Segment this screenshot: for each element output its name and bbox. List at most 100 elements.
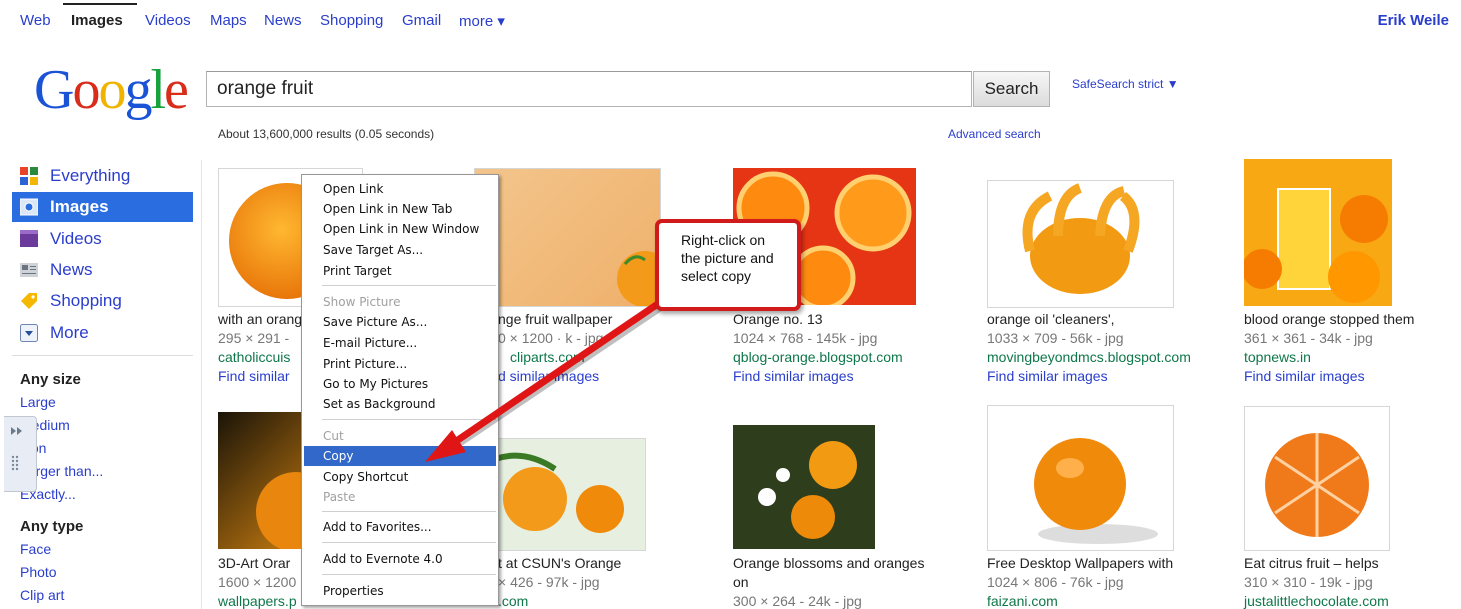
sidebar-item-images[interactable]: Images (12, 192, 193, 222)
find-similar-link[interactable]: Find similar (218, 368, 290, 384)
search-button[interactable]: Search (973, 71, 1050, 107)
filter-clip-art[interactable]: Clip art (20, 587, 64, 603)
peeled-orange-photo (1022, 183, 1140, 294)
menu-print-picture[interactable]: Print Picture... (304, 354, 496, 374)
nav-shopping[interactable]: Shopping (320, 12, 383, 29)
result-host: qblog-orange.blogspot.com (733, 349, 903, 365)
advanced-search-link[interactable]: Advanced search (948, 127, 1041, 141)
sidebar-item-news[interactable]: News (12, 255, 193, 285)
menu-add-to-favorites[interactable]: Add to Favorites... (304, 517, 496, 537)
result-host: wallpapers.p (218, 593, 297, 609)
result-host: justalittlechocolate.com (1244, 593, 1389, 609)
menu-separator (322, 511, 496, 512)
menu-email-picture[interactable]: E-mail Picture... (304, 333, 496, 353)
menu-add-to-evernote[interactable]: Add to Evernote 4.0 (304, 549, 496, 569)
shopping-tag-icon (21, 293, 37, 309)
menu-print-target[interactable]: Print Target (304, 261, 496, 281)
logo-letter: G (34, 59, 74, 121)
tangerine-photo (1265, 433, 1369, 537)
result-image[interactable] (1242, 159, 1392, 306)
google-logo[interactable]: Google (34, 59, 189, 121)
sidebar-divider (12, 355, 193, 356)
result-title: nge fruit wallpaper (498, 311, 613, 327)
result-title: Orange blossoms and oranges (733, 555, 925, 571)
result-meta: 310 × 310 - 19k - jpg (1244, 574, 1373, 590)
menu-separator (322, 419, 496, 420)
menu-save-target-as[interactable]: Save Target As... (304, 240, 496, 260)
column-separator (201, 160, 202, 609)
nav-maps[interactable]: Maps (210, 12, 247, 29)
menu-save-picture-as[interactable]: Save Picture As... (304, 312, 496, 332)
nav-news[interactable]: News (264, 12, 302, 29)
sidebar-item-label: Shopping (50, 291, 122, 310)
result-title: t at CSUN's Orange (498, 555, 622, 571)
menu-go-to-my-pictures[interactable]: Go to My Pictures (304, 374, 496, 394)
result-meta: × 426 - 97k - jpg (498, 574, 600, 590)
result-image[interactable] (987, 180, 1174, 308)
filter-photo[interactable]: Photo (20, 564, 57, 580)
callout-text: Right-click on the picture and select co… (681, 232, 774, 284)
sidebar-item-label: Images (50, 197, 109, 216)
sidebar-item-label: News (50, 260, 93, 279)
nav-web[interactable]: Web (20, 12, 51, 29)
result-image[interactable] (218, 412, 336, 552)
menu-set-as-background[interactable]: Set as Background (304, 394, 496, 414)
user-name[interactable]: Erik Weile (1378, 12, 1449, 29)
result-title: Orange no. 13 (733, 311, 823, 327)
find-similar-link[interactable]: Find similar images (987, 368, 1108, 384)
result-image[interactable] (987, 405, 1174, 551)
menu-show-picture: Show Picture (323, 295, 401, 309)
result-image[interactable] (474, 168, 673, 307)
result-host: faizani.com (987, 593, 1058, 609)
type-filter-heading: Any type (20, 518, 84, 535)
result-image[interactable] (1244, 406, 1390, 551)
orange-blossoms-photo (758, 441, 857, 539)
result-meta: 1033 × 709 - 56k - jpg (987, 330, 1124, 346)
find-similar-link[interactable]: d similar images (498, 368, 599, 384)
menu-copy-shortcut[interactable]: Copy Shortcut (304, 467, 496, 487)
nav-gmail[interactable]: Gmail (402, 12, 441, 29)
sidebar-item-shopping[interactable]: Shopping (12, 286, 193, 316)
menu-open-link-new-window[interactable]: Open Link in New Window (304, 219, 496, 239)
result-host: cliparts.com (510, 349, 585, 365)
result-meta: 361 × 361 - 34k - jpg (1244, 330, 1373, 346)
menu-properties[interactable]: Properties (304, 581, 496, 601)
result-meta: 1024 × 806 - 76k - jpg (987, 574, 1124, 590)
menu-cut: Cut (323, 429, 344, 443)
nav-more[interactable]: more ▾ (459, 12, 505, 30)
sidebar-item-label: More (50, 323, 89, 342)
menu-separator (322, 285, 496, 286)
filter-large[interactable]: Large (20, 394, 56, 410)
sidebar-expand-handle[interactable] (4, 416, 37, 492)
expand-arrows-icon (11, 427, 22, 471)
orange-wallpaper-photo (617, 251, 673, 307)
result-title-continued: on (733, 574, 749, 590)
filter-face[interactable]: Face (20, 541, 51, 557)
result-image[interactable] (733, 425, 875, 549)
menu-copy[interactable]: Copy (304, 446, 496, 466)
result-meta: 300 × 264 - 24k - jpg (733, 593, 862, 609)
menu-open-link-new-tab[interactable]: Open Link in New Tab (304, 199, 496, 219)
result-title: with an orange (218, 311, 310, 327)
result-title: 3D-Art Orar (218, 555, 291, 571)
safesearch-dropdown[interactable]: SafeSearch strict ▼ (1072, 77, 1179, 91)
sidebar-item-more[interactable]: More (12, 318, 193, 348)
nav-videos[interactable]: Videos (145, 12, 191, 29)
search-input[interactable]: orange fruit (206, 71, 972, 107)
more-dropdown-icon (20, 324, 38, 342)
logo-letter: e (164, 59, 189, 121)
menu-paste: Paste (323, 490, 356, 504)
find-similar-link[interactable]: Find similar images (733, 368, 854, 384)
menu-open-link[interactable]: Open Link (304, 179, 496, 199)
orange-juice-photo (1242, 188, 1388, 303)
active-tab-indicator (63, 3, 137, 5)
orange-wallpaper-photo (1034, 438, 1158, 544)
result-image[interactable] (474, 438, 646, 551)
result-meta: 1600 × 1200 (218, 574, 297, 590)
nav-images[interactable]: Images (71, 12, 123, 29)
sidebar-item-everything[interactable]: Everything (12, 161, 193, 191)
find-similar-link[interactable]: Find similar images (1244, 368, 1365, 384)
sidebar-item-label: Videos (50, 229, 102, 248)
sidebar-item-label: Everything (50, 166, 131, 185)
sidebar-item-videos[interactable]: Videos (12, 224, 193, 254)
